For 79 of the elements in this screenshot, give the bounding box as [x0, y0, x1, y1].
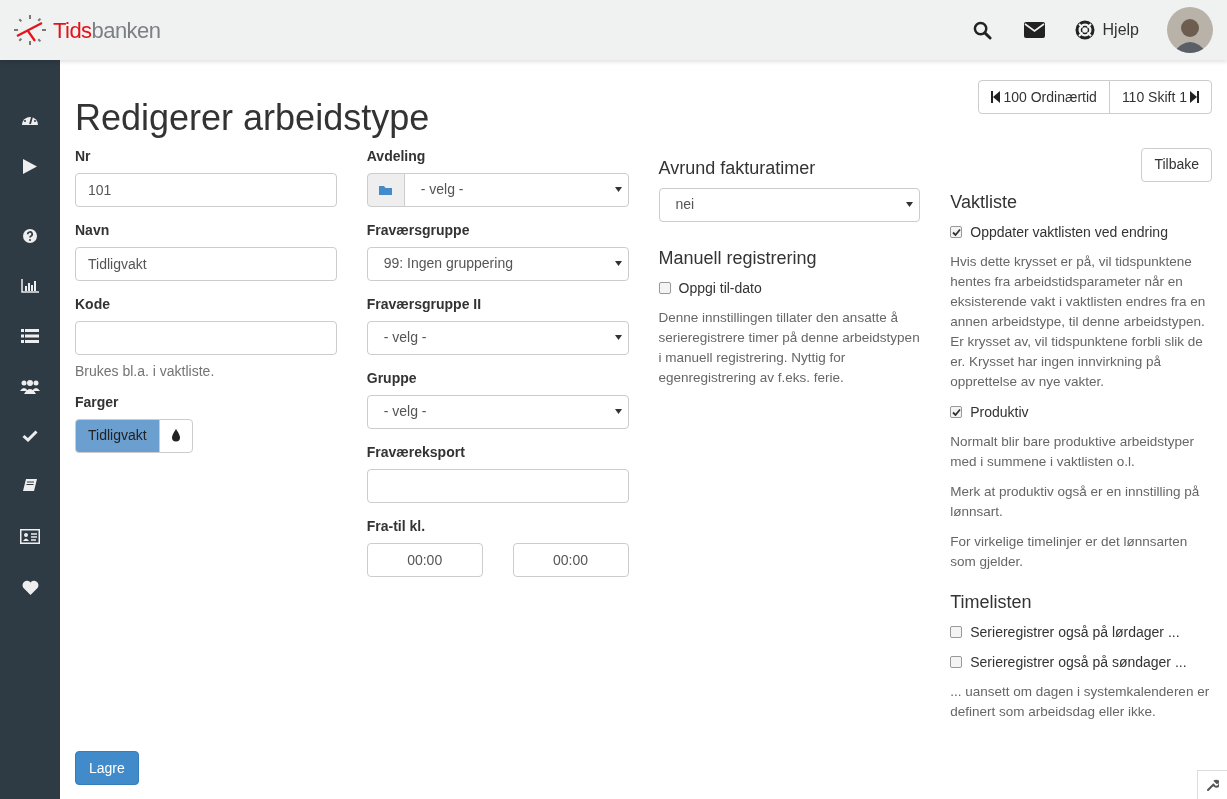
save-button[interactable]: Lagre	[75, 751, 139, 785]
skip-forward-icon	[1190, 91, 1199, 103]
caret-icon	[614, 187, 622, 193]
caret-icon	[614, 261, 622, 267]
select-field[interactable]: 99: Ingen gruppering	[366, 246, 629, 281]
section-heading: Avrund fakturatimer	[658, 157, 817, 178]
checkbox[interactable]	[950, 405, 963, 418]
page-title: Redigerer arbeidstype	[75, 98, 430, 138]
field-label: Fra-til kl.	[366, 517, 427, 535]
wrench-icon	[1206, 779, 1219, 791]
settings-button[interactable]	[1197, 770, 1227, 799]
users-icon[interactable]	[20, 379, 40, 394]
checkbox[interactable]	[950, 655, 963, 668]
checkbox[interactable]	[950, 225, 963, 238]
caret-icon	[614, 335, 622, 341]
field-label: Navn	[75, 221, 111, 239]
input-field[interactable]: 101	[75, 172, 337, 207]
clock-logo-icon	[14, 15, 46, 45]
field-label: Fraværsgruppe II	[366, 295, 483, 313]
field-label: Fraværsgruppe	[366, 221, 471, 239]
checkmark-icon[interactable]	[22, 430, 38, 442]
field-label: Farger	[75, 393, 120, 411]
checkbox-label: Oppgi til-dato	[678, 278, 762, 298]
select-field[interactable]: - velg -	[366, 394, 629, 429]
avatar[interactable]	[1167, 7, 1213, 53]
bar-chart-icon[interactable]	[21, 279, 39, 293]
description-text: Denne innstillingen tillater den ansatte å serieregistrere timer på denne arbeidstypen i manuell registrering. Nyttig for egenregistrering av f.eks. ferie.	[658, 308, 921, 387]
lifebuoy-icon	[1074, 20, 1095, 40]
description-text: Merk at produktiv også er en innstilling på lønnsart.	[950, 482, 1201, 521]
back-button[interactable]: Tilbake	[1141, 147, 1212, 182]
checkbox-label: Oppdater vaktlisten ved endring	[970, 222, 1168, 242]
checkbox-label: Produktiv	[970, 402, 1029, 422]
description-text: Normalt blir bare produktive arbeidstyper med i summene i vaktlisten o.l.	[950, 432, 1196, 471]
help-icon[interactable]	[23, 229, 37, 243]
search-icon[interactable]	[972, 20, 992, 40]
section-heading: Timelisten	[950, 591, 1033, 612]
checkbox[interactable]	[658, 281, 671, 294]
folder-icon	[379, 184, 393, 195]
select-field[interactable]: nei	[658, 187, 921, 222]
input-field[interactable]	[75, 320, 337, 355]
checkmark-icon	[951, 407, 961, 416]
section-heading: Manuell registrering	[658, 247, 818, 268]
caret-icon	[614, 409, 622, 415]
color-picker-button[interactable]	[158, 418, 193, 453]
brand-logo[interactable]: Tidsbanken	[53, 13, 161, 47]
help-text: Brukes bl.a. i vaktliste.	[75, 361, 216, 381]
caret-icon	[906, 202, 914, 208]
description-text: ... uansett om dagen i systemkalenderen er definert som arbeidsdag eller ikke.	[950, 682, 1211, 721]
checkmark-icon	[951, 227, 961, 236]
time-field[interactable]: 00:00	[366, 542, 483, 577]
envelope-icon[interactable]	[1023, 22, 1045, 38]
next-button[interactable]: 110 Skift 1	[1108, 80, 1212, 114]
description-text: For virkelige timelinjer er det lønnsarten som gjelder.	[950, 532, 1189, 571]
skip-back-icon	[991, 91, 1001, 103]
description-text: Hvis dette krysset er på, vil tidspunktene hentes fra arbeidstidsparameter når en eksisterende vakt i vaktlisten endres fra en annen arbeidstype, til denne arbeidstypen. Er krysset av, vil tidspunktene forbli slik de er. Krysset har ingen innvirkning på opprettelse av nye vakter.	[950, 252, 1207, 391]
field-label: Fraværeksport	[366, 443, 466, 461]
input-field[interactable]: Tidligvakt	[75, 246, 337, 281]
input-field[interactable]	[366, 468, 629, 503]
list-icon[interactable]	[21, 329, 39, 343]
id-card-icon[interactable]	[20, 529, 40, 544]
drop-icon	[171, 429, 180, 443]
field-label: Kode	[75, 295, 111, 313]
previous-button[interactable]: 100 Ordinærtid	[978, 80, 1110, 114]
play-icon[interactable]	[23, 159, 37, 174]
folder-addon[interactable]	[366, 172, 405, 207]
field-label: Nr	[75, 147, 92, 165]
field-label: Gruppe	[366, 369, 418, 387]
field-label: Avdeling	[366, 147, 427, 165]
heart-icon[interactable]	[21, 580, 39, 595]
help-link[interactable]: Hjelp	[1074, 18, 1139, 42]
select-field[interactable]: - velg -	[403, 172, 629, 207]
color-button[interactable]: Tidligvakt	[75, 418, 160, 453]
section-heading: Vaktliste	[950, 191, 1018, 212]
checkbox-label: Serieregistrer også på lørdager ...	[970, 622, 1180, 642]
book-icon[interactable]	[22, 478, 38, 493]
time-field[interactable]: 00:00	[512, 542, 629, 577]
select-field[interactable]: - velg -	[366, 320, 629, 355]
checkbox[interactable]	[950, 625, 963, 638]
checkbox-label: Serieregistrer også på søndager ...	[970, 652, 1187, 672]
